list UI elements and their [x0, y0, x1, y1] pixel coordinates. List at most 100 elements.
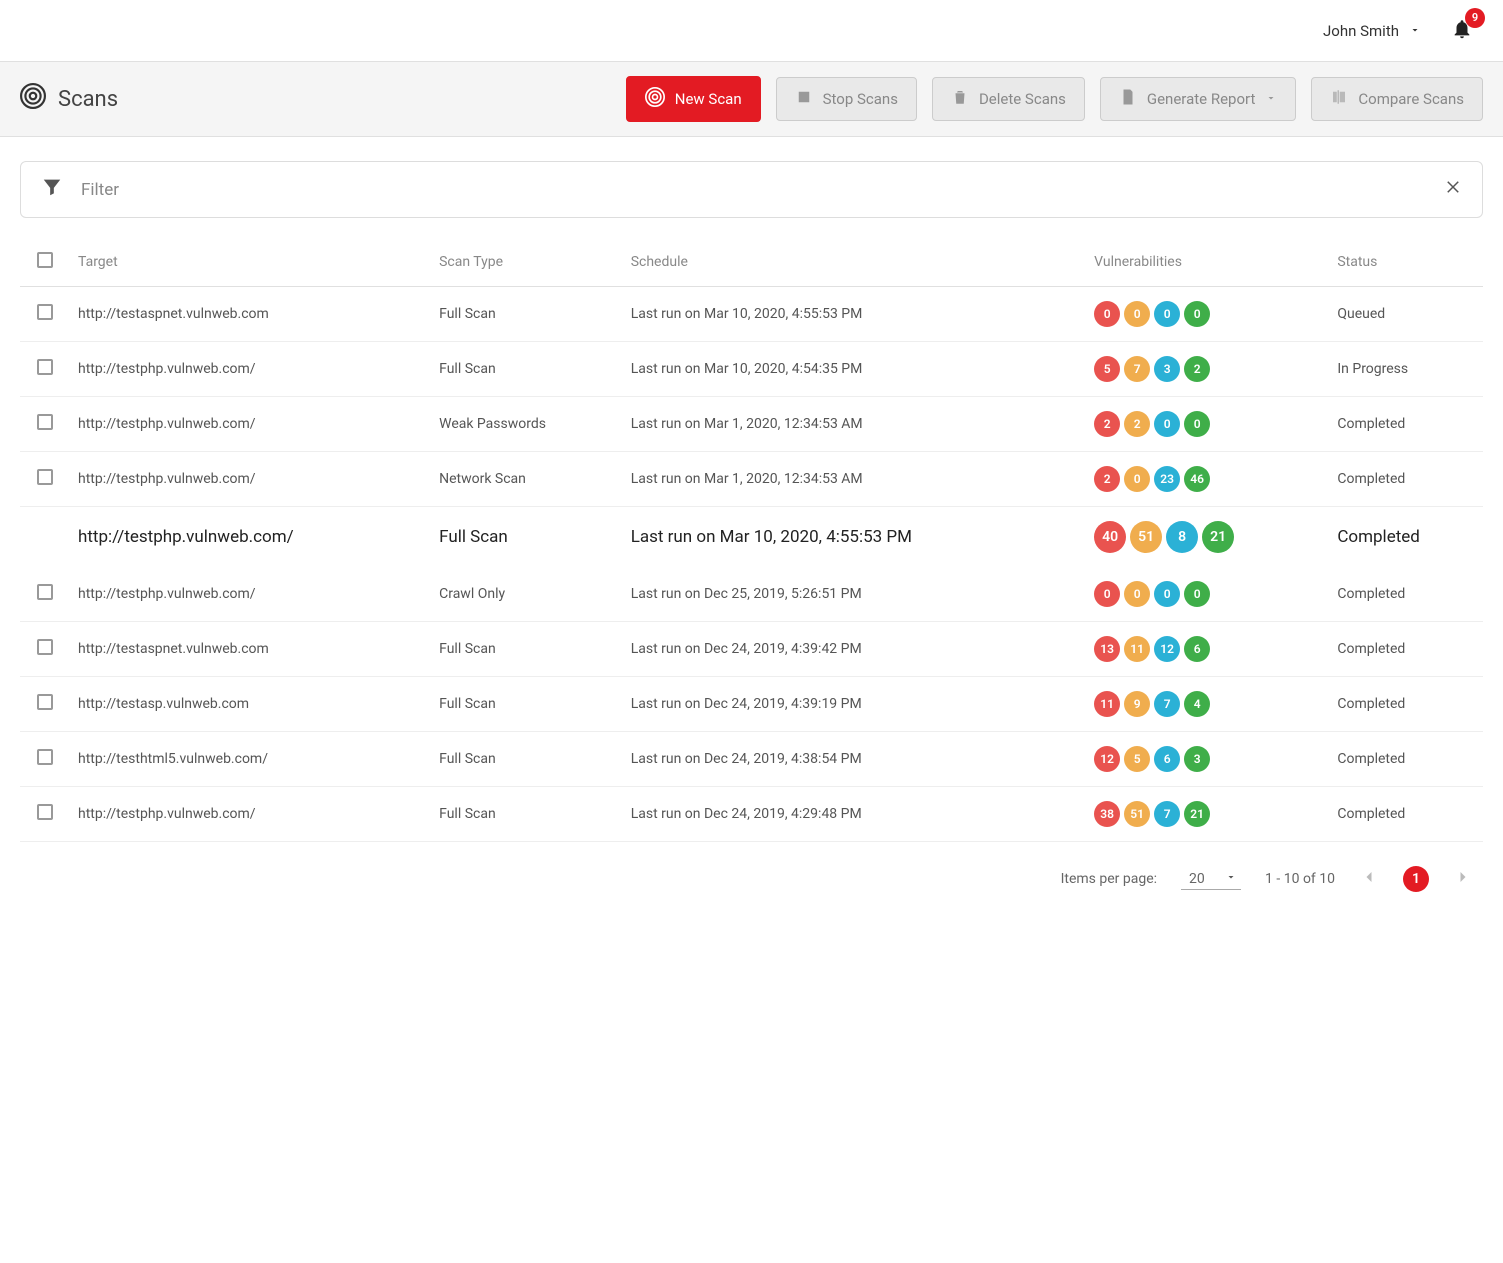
- cell-status: Queued: [1329, 287, 1483, 342]
- vuln-badge: 4: [1184, 691, 1210, 717]
- table-row[interactable]: http://testhtml5.vulnweb.com/Full ScanLa…: [20, 732, 1483, 787]
- chevron-down-icon: [1265, 90, 1277, 108]
- row-checkbox[interactable]: [37, 584, 53, 600]
- cell-vulnerabilities: 3851721: [1086, 787, 1329, 842]
- cell-scan-type: Full Scan: [431, 507, 623, 568]
- vuln-badge: 0: [1124, 581, 1150, 607]
- filter-bar[interactable]: Filter: [20, 161, 1483, 218]
- generate-report-label: Generate Report: [1147, 90, 1255, 108]
- row-checkbox[interactable]: [37, 749, 53, 765]
- row-checkbox[interactable]: [37, 639, 53, 655]
- vuln-badge: 3: [1184, 746, 1210, 772]
- col-scan-type[interactable]: Scan Type: [431, 238, 623, 287]
- filter-icon: [41, 176, 63, 203]
- compare-scans-label: Compare Scans: [1358, 90, 1464, 108]
- cell-vulnerabilities: 4051821: [1086, 507, 1329, 568]
- cell-schedule: Last run on Mar 10, 2020, 4:55:53 PM: [623, 507, 1086, 568]
- items-per-page-label: Items per page:: [1061, 871, 1157, 887]
- cell-target[interactable]: http://testphp.vulnweb.com/: [70, 567, 431, 622]
- vuln-badge: 7: [1124, 356, 1150, 382]
- vuln-badge: 7: [1154, 801, 1180, 827]
- cell-schedule: Last run on Dec 24, 2019, 4:29:48 PM: [623, 787, 1086, 842]
- table-row[interactable]: http://testphp.vulnweb.com/Full ScanLast…: [20, 507, 1483, 568]
- row-checkbox[interactable]: [37, 694, 53, 710]
- cell-schedule: Last run on Dec 24, 2019, 4:38:54 PM: [623, 732, 1086, 787]
- table-row[interactable]: http://testaspnet.vulnweb.comFull ScanLa…: [20, 622, 1483, 677]
- vuln-badge: 0: [1094, 581, 1120, 607]
- cell-vulnerabilities: 0000: [1086, 567, 1329, 622]
- cell-target[interactable]: http://testasp.vulnweb.com: [70, 677, 431, 732]
- cell-target[interactable]: http://testphp.vulnweb.com/: [70, 787, 431, 842]
- cell-target[interactable]: http://testhtml5.vulnweb.com/: [70, 732, 431, 787]
- trash-icon: [951, 88, 969, 110]
- row-checkbox[interactable]: [37, 469, 53, 485]
- cell-schedule: Last run on Mar 10, 2020, 4:55:53 PM: [623, 287, 1086, 342]
- items-per-page-select[interactable]: 20: [1181, 869, 1241, 890]
- current-page[interactable]: 1: [1403, 866, 1429, 892]
- vuln-badge: 0: [1184, 301, 1210, 327]
- col-status[interactable]: Status: [1329, 238, 1483, 287]
- document-icon: [1119, 88, 1137, 110]
- vuln-badge: 6: [1154, 746, 1180, 772]
- table-row[interactable]: http://testphp.vulnweb.com/Weak Password…: [20, 397, 1483, 452]
- vuln-badge: 12: [1154, 636, 1180, 662]
- cell-status: In Progress: [1329, 342, 1483, 397]
- vuln-badge: 0: [1124, 301, 1150, 327]
- items-per-page-value: 20: [1189, 871, 1205, 887]
- stop-scans-label: Stop Scans: [823, 90, 898, 108]
- row-checkbox[interactable]: [37, 304, 53, 320]
- col-vulnerabilities[interactable]: Vulnerabilities: [1086, 238, 1329, 287]
- table-row[interactable]: http://testphp.vulnweb.com/Full ScanLast…: [20, 787, 1483, 842]
- row-checkbox[interactable]: [37, 414, 53, 430]
- compare-icon: [1330, 88, 1348, 110]
- notifications-button[interactable]: 9: [1451, 18, 1473, 44]
- cell-vulnerabilities: 11974: [1086, 677, 1329, 732]
- next-page-button[interactable]: [1453, 867, 1473, 891]
- col-target[interactable]: Target: [70, 238, 431, 287]
- vuln-badge: 2: [1094, 411, 1120, 437]
- table-row[interactable]: http://testasp.vulnweb.comFull ScanLast …: [20, 677, 1483, 732]
- cell-target[interactable]: http://testphp.vulnweb.com/: [70, 452, 431, 507]
- stop-scans-button[interactable]: Stop Scans: [776, 77, 917, 121]
- new-scan-button[interactable]: New Scan: [626, 76, 761, 122]
- cell-target[interactable]: http://testaspnet.vulnweb.com: [70, 622, 431, 677]
- cell-scan-type: Full Scan: [431, 677, 623, 732]
- vuln-badge: 11: [1094, 691, 1120, 717]
- cell-target[interactable]: http://testaspnet.vulnweb.com: [70, 287, 431, 342]
- bell-icon: [1451, 28, 1473, 44]
- table-row[interactable]: http://testphp.vulnweb.com/Network ScanL…: [20, 452, 1483, 507]
- table-row[interactable]: http://testphp.vulnweb.com/Crawl OnlyLas…: [20, 567, 1483, 622]
- delete-scans-label: Delete Scans: [979, 90, 1066, 108]
- vuln-badge: 0: [1094, 301, 1120, 327]
- vuln-badge: 0: [1154, 301, 1180, 327]
- cell-status: Completed: [1329, 732, 1483, 787]
- row-checkbox[interactable]: [37, 359, 53, 375]
- table-row[interactable]: http://testaspnet.vulnweb.comFull ScanLa…: [20, 287, 1483, 342]
- cell-scan-type: Network Scan: [431, 452, 623, 507]
- cell-status: Completed: [1329, 677, 1483, 732]
- new-scan-label: New Scan: [675, 90, 742, 108]
- cell-status: Completed: [1329, 622, 1483, 677]
- vuln-badge: 38: [1094, 801, 1120, 827]
- table-row[interactable]: http://testphp.vulnweb.com/Full ScanLast…: [20, 342, 1483, 397]
- cell-schedule: Last run on Mar 1, 2020, 12:34:53 AM: [623, 397, 1086, 452]
- row-checkbox[interactable]: [37, 804, 53, 820]
- col-schedule[interactable]: Schedule: [623, 238, 1086, 287]
- vuln-badge: 8: [1166, 521, 1198, 553]
- select-all-checkbox[interactable]: [37, 252, 53, 268]
- generate-report-button[interactable]: Generate Report: [1100, 77, 1296, 121]
- user-menu[interactable]: John Smith: [1323, 22, 1421, 40]
- cell-target[interactable]: http://testphp.vulnweb.com/: [70, 397, 431, 452]
- close-icon[interactable]: [1444, 178, 1462, 201]
- vuln-badge: 0: [1184, 411, 1210, 437]
- prev-page-button[interactable]: [1359, 867, 1379, 891]
- cell-scan-type: Full Scan: [431, 622, 623, 677]
- vuln-badge: 6: [1184, 636, 1210, 662]
- cell-target[interactable]: http://testphp.vulnweb.com/: [70, 507, 431, 568]
- delete-scans-button[interactable]: Delete Scans: [932, 77, 1085, 121]
- page-title: Scans: [20, 83, 118, 115]
- notification-count-badge: 9: [1465, 8, 1485, 28]
- compare-scans-button[interactable]: Compare Scans: [1311, 77, 1483, 121]
- cell-status: Completed: [1329, 787, 1483, 842]
- cell-target[interactable]: http://testphp.vulnweb.com/: [70, 342, 431, 397]
